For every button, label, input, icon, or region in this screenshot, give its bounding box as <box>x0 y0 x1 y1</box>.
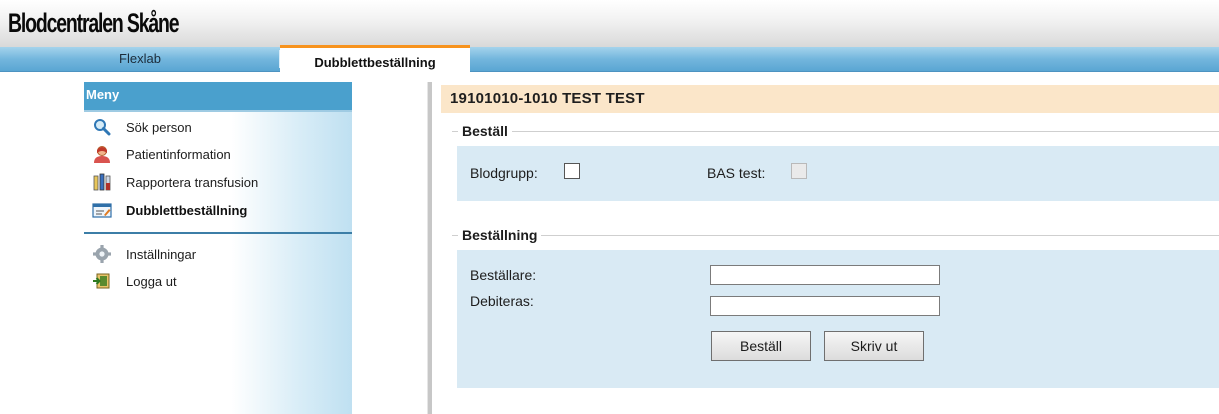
blood-tubes-icon <box>92 173 114 191</box>
fieldset-legend: Beställ <box>458 123 512 139</box>
sidebar-menu: Meny Sök person Patientinformation Rappo… <box>84 82 352 414</box>
skriv-ut-button[interactable]: Skriv ut <box>824 331 924 361</box>
sidebar-item-label: Inställningar <box>126 246 197 262</box>
sidebar-item-label: Logga ut <box>126 273 177 289</box>
sidebar-item-installningar[interactable]: Inställningar <box>84 242 196 266</box>
tab-dubblettbestallning[interactable]: Dubblettbeställning <box>280 45 470 72</box>
person-icon <box>92 145 114 163</box>
patient-header: 19101010-1010 TEST TEST <box>441 85 1219 113</box>
tab-dubblettbestallning-label: Dubblettbeställning <box>314 55 436 70</box>
gear-icon <box>92 245 114 263</box>
debiteras-label: Debiteras: <box>470 293 534 309</box>
bas-test-label: BAS test: <box>707 165 766 181</box>
sidebar-item-logga-ut[interactable]: Logga ut <box>84 269 177 293</box>
pane-splitter[interactable] <box>427 82 432 414</box>
order-fieldset: Beställ Blodgrupp: BAS test: <box>452 123 1219 207</box>
order-form-icon <box>92 201 114 219</box>
sidebar-item-patientinformation[interactable]: Patientinformation <box>84 142 231 166</box>
bas-test-checkbox <box>791 163 807 179</box>
bestallare-input[interactable] <box>710 265 940 285</box>
blodgrupp-label: Blodgrupp: <box>470 165 538 181</box>
order-details-panel: Beställare: Debiteras: Beställ Skriv ut <box>457 250 1219 388</box>
sidebar-item-label: Sök person <box>126 119 192 135</box>
sidebar-item-label: Patientinformation <box>126 146 231 162</box>
order-details-fieldset: Beställning Beställare: Debiteras: Bestä… <box>452 227 1219 396</box>
debiteras-input[interactable] <box>710 296 940 316</box>
blodgrupp-checkbox[interactable] <box>564 163 580 179</box>
sidebar-item-label: Rapportera transfusion <box>126 174 259 190</box>
sidebar-item-rapportera-transfusion[interactable]: Rapportera transfusion <box>84 170 258 194</box>
sidebar-item-sok-person[interactable]: Sök person <box>84 115 192 139</box>
app-logo-title: Blodcentralen Skåne <box>8 8 180 38</box>
bestall-button[interactable]: Beställ <box>711 331 811 361</box>
tab-bar: Flexlab Dubblettbeställning <box>0 45 1219 72</box>
sidebar-item-label: Dubblettbeställning <box>126 202 248 218</box>
bestallare-label: Beställare: <box>470 267 537 283</box>
magnifier-icon <box>92 118 114 136</box>
sidebar-item-dubblettbestallning[interactable]: Dubblettbeställning <box>84 198 247 222</box>
logout-icon <box>92 272 114 290</box>
tab-flexlab[interactable]: Flexlab <box>0 47 280 71</box>
menu-divider <box>84 232 352 234</box>
fieldset-legend: Beställning <box>458 227 542 243</box>
tab-flexlab-label: Flexlab <box>119 51 161 66</box>
order-panel: Blodgrupp: BAS test: <box>457 146 1219 201</box>
app-header: Blodcentralen Skåne <box>0 0 1219 48</box>
menu-heading: Meny <box>84 82 352 112</box>
